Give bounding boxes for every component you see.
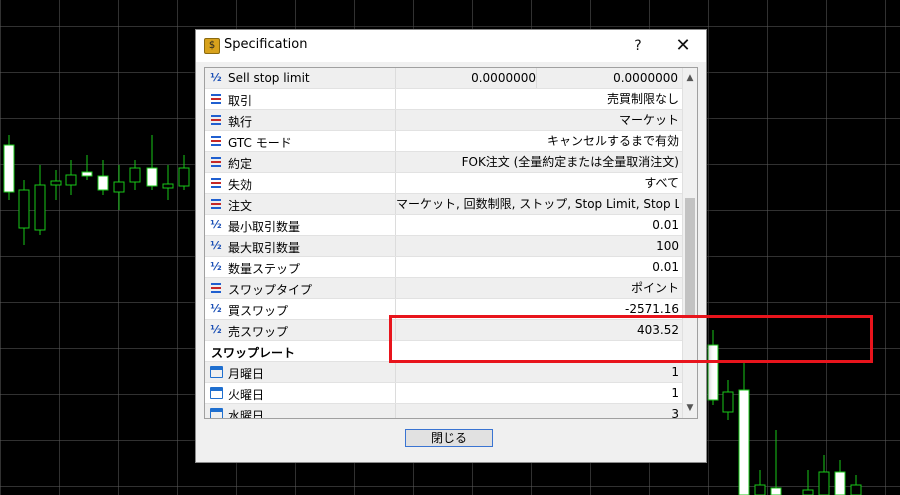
vertical-scrollbar[interactable]: ▲ ▼ [682,68,697,418]
app-icon: $ [204,38,220,54]
fraction-icon: ½ [210,323,222,336]
fraction-icon: ½ [210,218,222,231]
property-value: 1 [395,383,679,403]
table-row[interactable]: 約定 FOK注文 (全量約定または全量取消注文) [205,152,683,173]
fraction-icon: ½ [210,71,222,84]
scroll-down-icon[interactable]: ▼ [683,400,697,416]
property-value-secondary: 0.0000000 [613,71,678,85]
fraction-icon: ½ [210,302,222,315]
spec-rows: ½ Sell stop limit 0.0000000 0.0000000 取引 売買制限… [205,68,683,419]
property-name: 約定 [228,157,253,171]
title-bar: $ Specification ? ✕ [196,30,706,62]
calendar-icon [210,408,223,418]
property-value: 0.0000000 [395,68,537,88]
list-lines-icon [209,154,223,169]
calendar-icon [210,366,223,378]
property-name: 水曜日 [228,409,265,419]
section-header: スワップレート [211,346,296,360]
table-row[interactable]: GTC モード キャンセルするまで有効 [205,131,683,152]
scroll-up-icon[interactable]: ▲ [683,70,697,86]
close-icon[interactable]: ✕ [670,34,696,58]
property-value: 0.01 [395,215,679,235]
list-lines-icon [209,280,223,295]
help-button[interactable]: ? [628,35,648,57]
table-row[interactable]: ½ 数量ステップ 0.01 [205,257,683,278]
property-value: FOK注文 (全量約定または全量取消注文) [395,152,679,172]
property-value: キャンセルするまで有効 [395,131,679,151]
property-name: スワップタイプ [228,283,313,297]
table-row[interactable]: 月曜日 1 [205,362,683,383]
close-button[interactable]: 閉じる [405,429,493,447]
table-row[interactable]: 火曜日 1 [205,383,683,404]
property-value: マーケット [395,110,679,130]
property-value: マーケット, 回数制限, ストップ, Stop Limit, Stop Lo..… [395,194,679,214]
property-name: 売スワップ [228,325,289,339]
property-name: 最大取引数量 [228,241,301,255]
table-row[interactable]: 水曜日 3 [205,404,683,419]
property-name: 取引 [228,94,253,108]
list-lines-icon [209,196,223,211]
specification-dialog: $ Specification ? ✕ ½ Sell stop limit 0.00… [195,29,873,463]
property-name: 失効 [228,178,253,192]
property-name: Sell stop limit [228,71,310,85]
property-value: 0.01 [395,257,679,277]
property-name: 買スワップ [228,304,289,318]
property-name: 数量ステップ [228,262,301,276]
specification-table: ½ Sell stop limit 0.0000000 0.0000000 取引 売買制限… [204,67,698,419]
property-value: 売買制限なし [395,89,679,109]
property-value: 3 [395,404,679,418]
property-name: 最小取引数量 [228,220,301,234]
property-value: 100 [395,236,679,256]
table-row[interactable]: 注文 マーケット, 回数制限, ストップ, Stop Limit, Stop Lo… [205,194,683,215]
table-row[interactable]: 失効 すべて [205,173,683,194]
calendar-icon [210,387,223,399]
table-row[interactable]: スワップタイプ ポイント [205,278,683,299]
table-row[interactable]: ½ 最小取引数量 0.01 [205,215,683,236]
property-name: 月曜日 [228,367,265,381]
list-lines-icon [209,133,223,148]
property-value: 1 [395,362,679,382]
scrollbar-thumb[interactable] [685,198,695,318]
fraction-icon: ½ [210,239,222,252]
table-row[interactable]: 執行 マーケット [205,110,683,131]
property-value: ポイント [395,278,679,298]
list-lines-icon [209,91,223,106]
swap-highlight-box [389,315,873,363]
property-value: すべて [395,173,679,193]
property-name: 執行 [228,115,253,129]
list-lines-icon [209,112,223,127]
table-row[interactable]: ½ Sell stop limit 0.0000000 0.0000000 [205,68,683,89]
property-name: 注文 [228,199,253,213]
table-row[interactable]: ½ 最大取引数量 100 [205,236,683,257]
property-name: GTC モード [228,136,292,150]
dialog-title: Specification [224,37,308,52]
table-row[interactable]: 取引 売買制限なし [205,89,683,110]
list-lines-icon [209,175,223,190]
fraction-icon: ½ [210,260,222,273]
property-name: 火曜日 [228,388,265,402]
